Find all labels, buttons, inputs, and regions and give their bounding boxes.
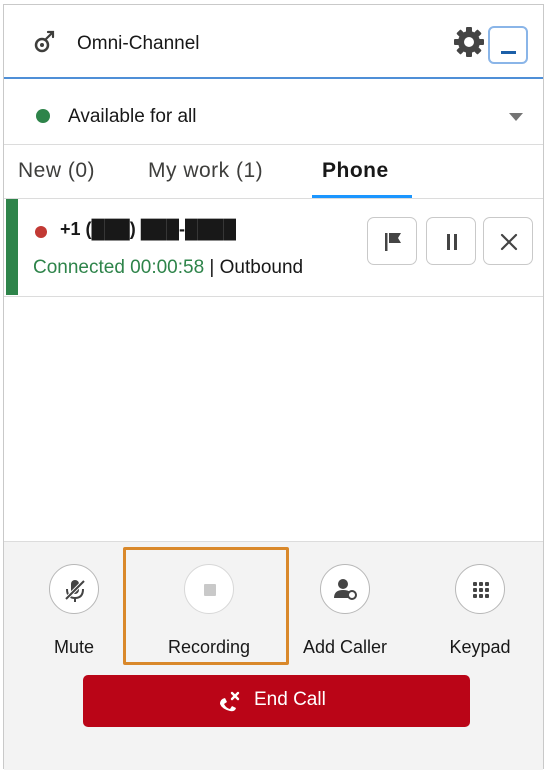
chevron-down-icon[interactable] [509,113,523,121]
omni-channel-icon [34,30,55,53]
hold-button[interactable] [426,217,476,265]
add-caller-button[interactable] [320,564,370,614]
panel-title: Omni-Channel [77,33,200,54]
call-connected-timer: Connected 00:00:58 [33,257,205,278]
recording-control[interactable]: Recording [154,564,264,658]
active-tab-indicator [312,195,412,198]
call-direction: Outbound [219,257,304,278]
stop-icon [204,584,216,596]
recording-indicator-icon [35,226,47,238]
mute-control[interactable]: Mute [19,564,129,658]
add-caller-label: Add Caller [302,637,388,657]
call-controls: Mute Recording Add Caller Keypad End Cal… [4,541,543,770]
recording-label: Recording [167,637,251,657]
call-status-line: Connected 00:00:58 | Outbound [33,257,303,279]
mute-icon [64,579,86,602]
status-separator: | [209,257,215,278]
active-call-card[interactable]: +1 (███) ███-████ Connected 00:00:58 | O… [4,199,543,297]
tab-new[interactable]: New (0) [18,159,95,183]
presence-status-select[interactable]: Available for all [4,79,543,145]
phone-number: +1 (███) ███-████ [60,219,237,239]
keypad-icon [473,582,489,598]
recording-button[interactable] [184,564,234,614]
mute-label: Mute [53,637,95,657]
end-call-button[interactable]: End Call [83,675,470,727]
close-icon [500,233,518,251]
end-call-label: End Call [254,689,326,710]
add-caller-control[interactable]: Add Caller [290,564,400,658]
close-call-button[interactable] [483,217,533,265]
flag-icon [385,233,401,251]
add-caller-icon [334,579,357,600]
mute-button[interactable] [49,564,99,614]
omni-channel-panel: Omni-Channel Available for all New (0) M… [3,4,544,770]
tab-phone[interactable]: Phone [322,159,389,183]
panel-header: Omni-Channel [4,5,543,79]
work-tabs: New (0) My work (1) Phone [4,145,543,199]
keypad-label: Keypad [449,637,511,657]
pause-icon [447,234,457,250]
keypad-button[interactable] [455,564,505,614]
status-dot-icon [36,109,50,123]
tab-my-work[interactable]: My work (1) [148,159,263,183]
minimize-button[interactable] [488,26,528,64]
end-call-icon [220,691,240,712]
gear-icon[interactable] [452,25,486,59]
flag-button[interactable] [367,217,417,265]
presence-status-label: Available for all [68,106,197,127]
call-status-bar [6,199,18,295]
keypad-control[interactable]: Keypad [425,564,535,658]
